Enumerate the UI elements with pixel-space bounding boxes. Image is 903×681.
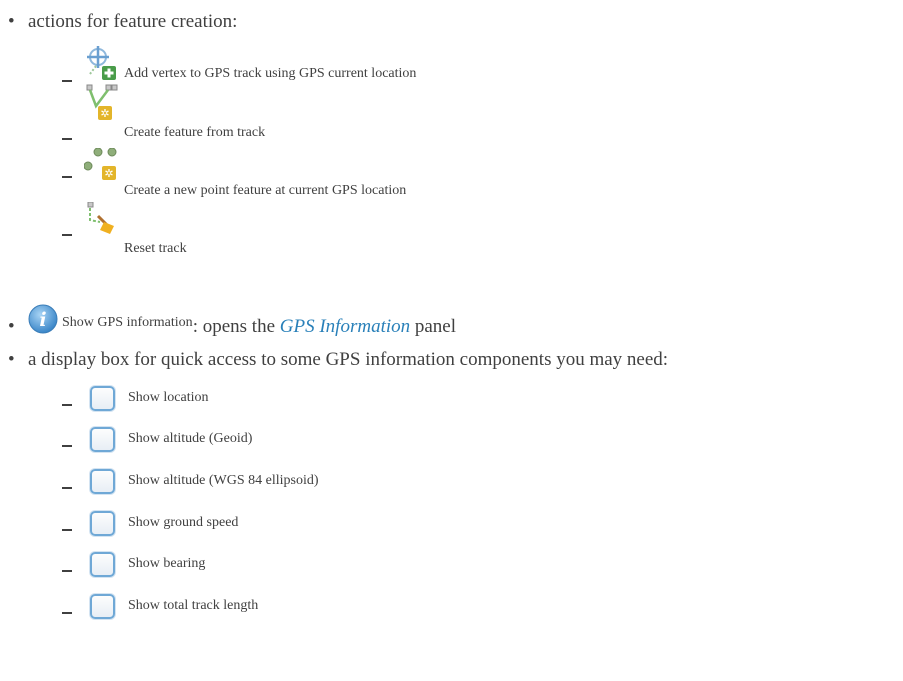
list-item-show-location[interactable]: Show location: [62, 386, 462, 420]
create-point-feature-icon: ✲: [84, 148, 117, 180]
dash-marker: [62, 612, 72, 614]
checkbox[interactable]: [90, 427, 115, 452]
list-item-show-ground-speed[interactable]: Show ground speed: [62, 511, 462, 545]
item-label: Create a new point feature at current GP…: [124, 183, 407, 198]
dash-marker: [62, 487, 72, 489]
dash-marker: [62, 529, 72, 531]
dash-marker: [62, 570, 72, 572]
bullet-dot: •: [8, 349, 15, 370]
list-item-show-total-track-length[interactable]: Show total track length: [62, 594, 462, 628]
info-icon[interactable]: i: [28, 304, 58, 334]
checkbox[interactable]: [90, 469, 115, 494]
add-vertex-gps-icon: [87, 46, 116, 80]
checkbox[interactable]: [90, 552, 115, 577]
section-heading: actions for feature creation:: [28, 11, 238, 32]
checkbox-label: Show location: [128, 390, 209, 405]
svg-text:✲: ✲: [104, 167, 113, 180]
checkbox-label: Show altitude (Geoid): [128, 431, 253, 446]
checkbox-label: Show ground speed: [128, 515, 239, 530]
checkbox-label: Show bearing: [128, 556, 206, 571]
checkbox-label: Show altitude (WGS 84 ellipsoid): [128, 473, 319, 488]
bullet-dot: •: [8, 316, 15, 337]
bullet-dot: •: [8, 11, 15, 32]
reset-track-icon: [87, 202, 114, 234]
documentation-page: • actions for feature creation: Add verte…: [0, 0, 903, 681]
list-item-show-bearing[interactable]: Show bearing: [62, 552, 462, 586]
item-label: Reset track: [124, 241, 187, 256]
list-item-show-altitude-geoid[interactable]: Show altitude (Geoid): [62, 427, 462, 461]
section-heading: a display box for quick access to some G…: [28, 349, 669, 370]
checkbox[interactable]: [90, 386, 115, 411]
dash-marker: [62, 176, 72, 178]
text-opens: : opens the: [192, 316, 280, 337]
dash-marker: [62, 404, 72, 406]
list-item-create-feature-from-track[interactable]: ✲ Create feature from track: [62, 84, 662, 140]
create-feature-from-track-icon: ✲: [86, 84, 118, 120]
list-item-show-altitude-wgs84[interactable]: Show altitude (WGS 84 ellipsoid): [62, 469, 462, 503]
checkbox[interactable]: [90, 594, 115, 619]
svg-text:✲: ✲: [100, 107, 109, 120]
bullet-gps-information: • i Show GPS information: opens the GPS …: [8, 304, 456, 338]
item-label: Create feature from track: [124, 125, 266, 140]
text-panel: panel: [410, 316, 457, 337]
bullet-feature-creation: • actions for feature creation:: [8, 11, 237, 33]
dash-marker: [62, 234, 72, 236]
checkbox[interactable]: [90, 511, 115, 536]
svg-text:i: i: [39, 309, 46, 331]
show-gps-information-label: Show GPS information: [62, 315, 193, 330]
list-item-add-vertex[interactable]: Add vertex to GPS track using GPS curren…: [62, 46, 662, 82]
dash-marker: [62, 80, 72, 82]
dash-marker: [62, 445, 72, 447]
list-item-create-point-feature[interactable]: ✲ Create a new point feature at current …: [62, 148, 702, 200]
gps-information-link[interactable]: GPS Information: [280, 316, 410, 337]
checkbox-label: Show total track length: [128, 598, 259, 613]
dash-marker: [62, 138, 72, 140]
bullet-display-box: • a display box for quick access to some …: [8, 349, 668, 371]
list-item-reset-track[interactable]: Reset track: [62, 202, 662, 256]
item-label: Add vertex to GPS track using GPS curren…: [124, 66, 417, 81]
